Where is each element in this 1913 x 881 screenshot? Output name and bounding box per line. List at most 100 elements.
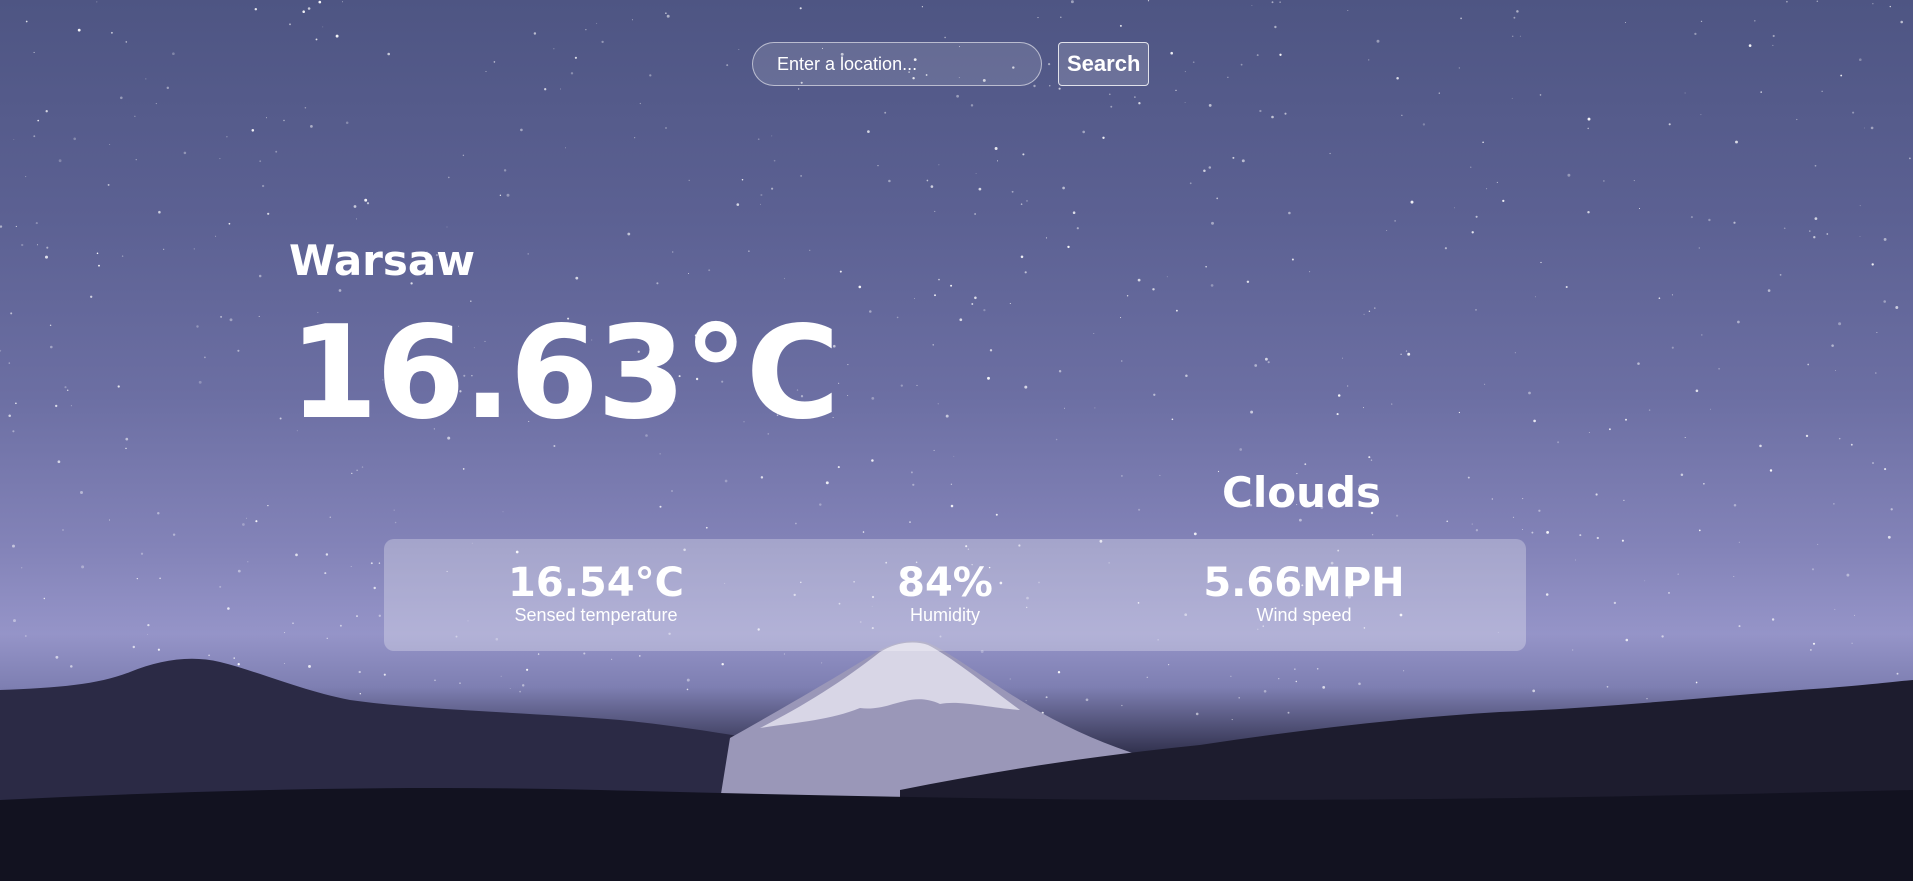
star (1889, 5, 1891, 8)
star (1872, 462, 1874, 464)
star (583, 652, 586, 655)
star (1833, 503, 1835, 505)
star (1295, 680, 1298, 683)
star (387, 52, 391, 56)
star (1020, 203, 1023, 205)
star (1189, 182, 1192, 185)
wind-speed-value: 5.66MPH (1203, 560, 1405, 606)
star (366, 202, 370, 205)
weather-details-panel: 16.54°C Sensed temperature 84% Humidity … (384, 539, 1526, 651)
star (1531, 531, 1534, 534)
star (1291, 258, 1294, 261)
star (1484, 383, 1486, 385)
star (361, 466, 364, 468)
star (1341, 357, 1344, 359)
star (1840, 74, 1843, 77)
star (166, 86, 170, 90)
star (978, 187, 982, 191)
star (1227, 76, 1229, 78)
star (1826, 233, 1829, 235)
star (1511, 97, 1513, 99)
star (937, 403, 939, 405)
star (1241, 159, 1245, 163)
star (553, 48, 555, 50)
star (1708, 218, 1711, 222)
star (1055, 438, 1058, 441)
star (310, 125, 313, 128)
search-button[interactable]: Search (1058, 42, 1150, 86)
star (1284, 112, 1287, 115)
star (1347, 385, 1349, 387)
search-input[interactable] (752, 42, 1042, 86)
star (1810, 649, 1812, 651)
star (1737, 320, 1740, 324)
star (1171, 418, 1174, 421)
star (1513, 16, 1516, 19)
star (0, 225, 3, 228)
star (13, 619, 16, 623)
star (1733, 576, 1735, 577)
star (1567, 173, 1571, 177)
current-temperature: 16.63°C (289, 299, 840, 448)
star (1532, 689, 1536, 693)
star (888, 179, 891, 183)
star (1121, 704, 1123, 707)
star (1024, 271, 1027, 274)
star (21, 243, 24, 247)
star (1677, 573, 1679, 575)
star (659, 505, 662, 508)
star (795, 522, 797, 525)
star (1184, 71, 1186, 73)
humidity: 84% Humidity (785, 561, 1105, 627)
star (1422, 123, 1426, 126)
star (66, 389, 69, 391)
star (1896, 672, 1899, 675)
star (33, 135, 36, 138)
star (70, 405, 72, 407)
city-name: Warsaw (289, 236, 476, 285)
star (1363, 407, 1364, 409)
star (1175, 309, 1178, 312)
star (1779, 274, 1782, 276)
star (96, 1, 98, 3)
star (1279, 1, 1281, 3)
star (1137, 278, 1141, 282)
star (1809, 230, 1811, 232)
star (1700, 20, 1703, 23)
star (871, 397, 875, 400)
star (974, 213, 976, 215)
star (1368, 310, 1371, 312)
wind-speed-label: Wind speed (1256, 605, 1352, 625)
star (1405, 350, 1408, 352)
star (1336, 413, 1339, 416)
star (1368, 456, 1371, 459)
star (771, 187, 774, 190)
star (838, 382, 840, 384)
star (338, 289, 342, 292)
star (1748, 44, 1752, 47)
star (1668, 592, 1670, 594)
star (797, 88, 800, 90)
star (1279, 53, 1282, 56)
star (1871, 263, 1874, 266)
star (1110, 105, 1113, 108)
star (204, 356, 206, 359)
star (1771, 618, 1775, 621)
star (527, 253, 529, 255)
star (544, 88, 547, 91)
star (1102, 136, 1105, 139)
star (971, 303, 974, 305)
star (926, 179, 929, 182)
star (219, 585, 222, 588)
star (601, 40, 604, 44)
star (1076, 227, 1079, 230)
star (229, 318, 233, 322)
star (533, 32, 537, 35)
star (1887, 535, 1891, 539)
star (258, 274, 262, 278)
star (1022, 153, 1025, 156)
star (1846, 573, 1850, 577)
star (0, 349, 2, 352)
star (172, 533, 176, 536)
star (345, 121, 349, 125)
